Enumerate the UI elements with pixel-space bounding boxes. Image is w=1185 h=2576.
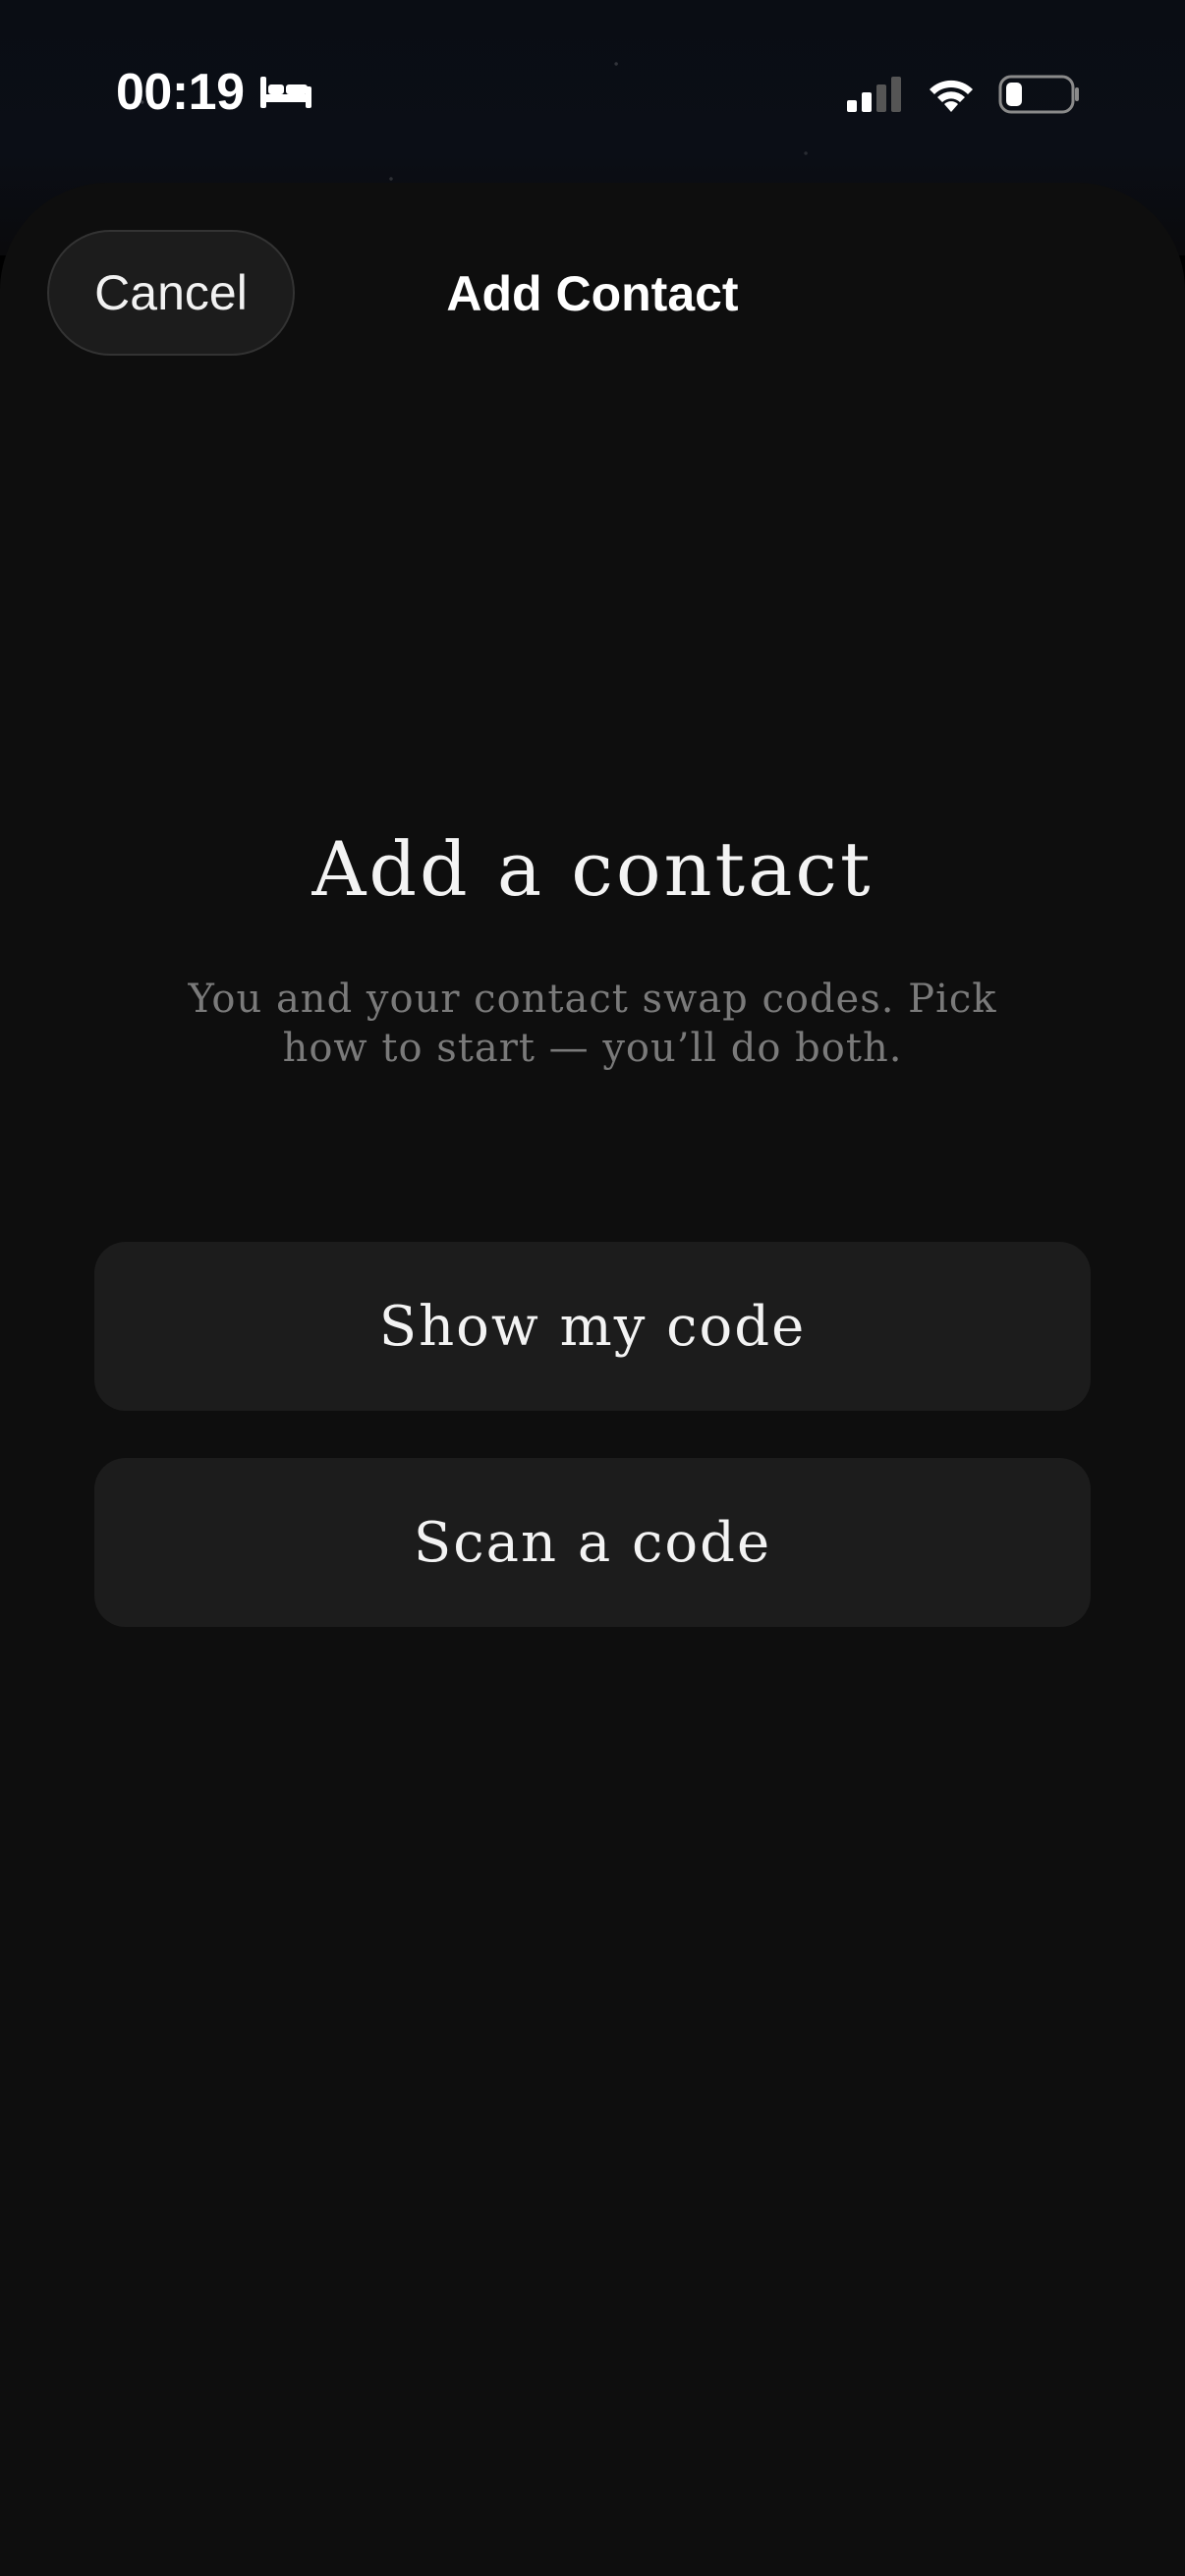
status-time: 00:19 bbox=[116, 64, 245, 121]
status-time-group: 00:19 bbox=[116, 63, 313, 122]
page-subtitle: You and your contact swap codes. Pick ho… bbox=[188, 977, 997, 1071]
page-headline: Add a contact bbox=[311, 825, 874, 913]
nav-title: Add Contact bbox=[446, 266, 739, 321]
wifi-icon bbox=[930, 80, 973, 112]
show-my-code-button[interactable]: Show my code bbox=[94, 1242, 1091, 1411]
bed-icon bbox=[259, 77, 311, 108]
scan-a-code-button[interactable]: Scan a code bbox=[94, 1458, 1091, 1627]
status-icons bbox=[845, 75, 1081, 114]
cellular-signal-icon bbox=[847, 77, 901, 112]
battery-icon bbox=[998, 75, 1079, 114]
status-bar: 00:19 bbox=[0, 0, 1185, 183]
